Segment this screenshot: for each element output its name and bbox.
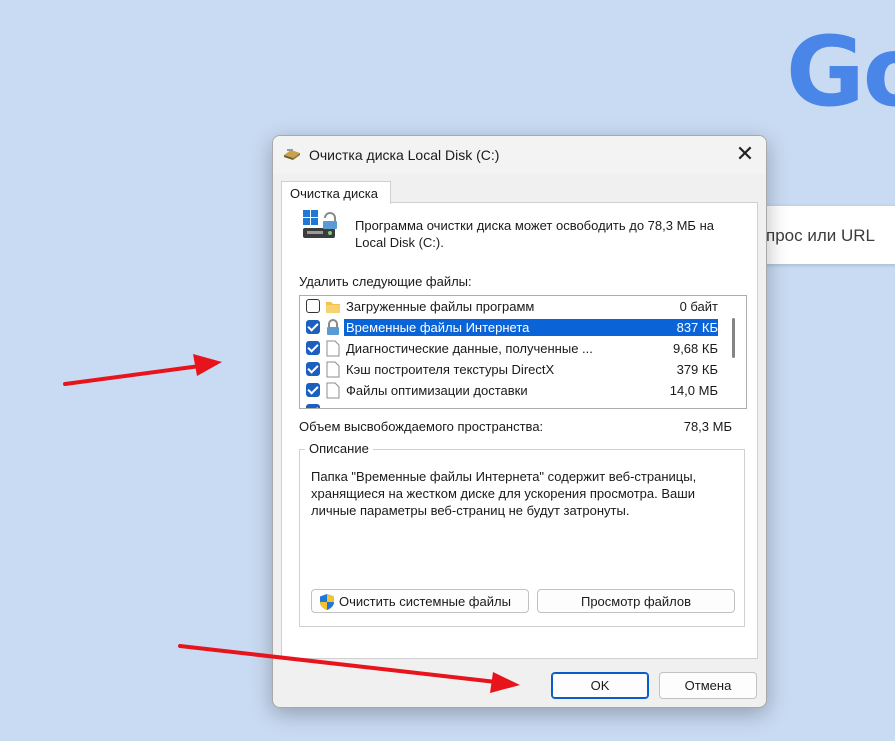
tab-disk-cleanup[interactable]: Очистка диска <box>281 181 391 204</box>
file-size: 837 КБ <box>676 320 718 335</box>
annotation-arrows <box>63 354 520 693</box>
arrow-to-ok-button <box>178 644 520 693</box>
tab-label: Очистка диска <box>290 186 378 201</box>
arrow-to-file-list <box>63 354 222 386</box>
